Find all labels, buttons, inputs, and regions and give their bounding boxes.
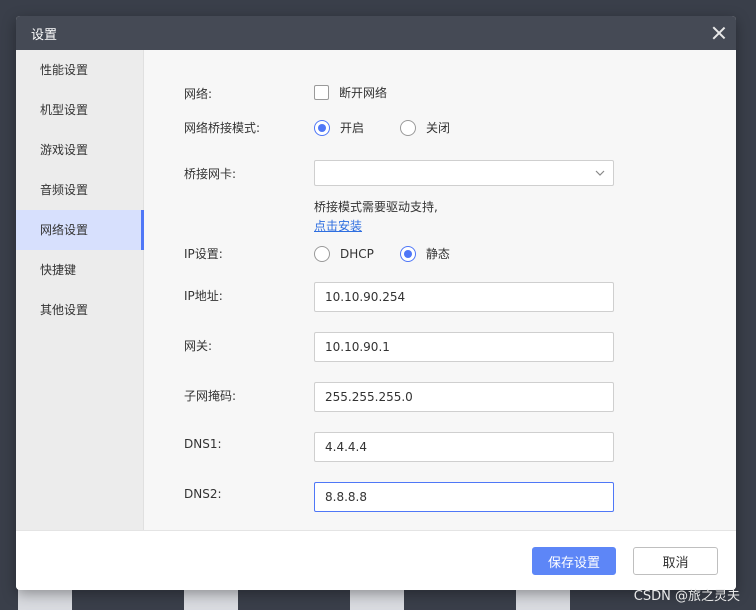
dhcp-radio[interactable] <box>314 245 330 262</box>
save-settings-button[interactable]: 保存设置 <box>532 547 616 575</box>
dialog-title: 设置 <box>31 27 58 43</box>
sidebar-item-performance[interactable]: 性能设置 <box>16 50 143 90</box>
bridge-on-radio[interactable] <box>314 119 330 136</box>
disconnect-network-checkbox[interactable] <box>314 85 329 100</box>
bridge-off-radio[interactable] <box>400 119 417 136</box>
driver-hint: 桥接模式需要驱动支持, <box>314 200 438 214</box>
sidebar-item-audio[interactable]: 音频设置 <box>16 170 143 210</box>
dns2-label: DNS2: <box>184 487 222 501</box>
network-label: 网络: <box>184 87 213 101</box>
bridge-off-text: 关闭 <box>426 121 451 135</box>
sidebar-item-device-model[interactable]: 机型设置 <box>16 90 143 130</box>
dns2-input[interactable] <box>314 482 614 512</box>
network-settings-panel: 网络: 断开网络 网络桥接模式: 开启 关闭 桥接网卡: 桥接模式需要驱动支持,… <box>144 50 736 530</box>
watermark-text: CSDN @旅之灵夫 <box>633 589 740 604</box>
sidebar-item-game[interactable]: 游戏设置 <box>16 130 143 170</box>
sidebar-item-shortcuts[interactable]: 快捷键 <box>16 250 143 290</box>
subnet-mask-input[interactable] <box>314 382 614 412</box>
bridge-mode-radio-group: 开启 关闭 <box>314 119 450 136</box>
close-icon[interactable] <box>710 24 728 42</box>
dialog-body: 性能设置 机型设置 游戏设置 音频设置 网络设置 快捷键 其他设置 网络: 断开… <box>16 50 736 530</box>
sidebar-item-network[interactable]: 网络设置 <box>16 210 144 250</box>
ip-address-label: IP地址: <box>184 289 223 303</box>
dialog-titlebar: 设置 <box>16 16 736 50</box>
gateway-input[interactable] <box>314 332 614 362</box>
dns1-input[interactable] <box>314 432 614 462</box>
bridge-on-text: 开启 <box>340 121 365 135</box>
settings-dialog: 设置 性能设置 机型设置 游戏设置 音频设置 网络设置 快捷键 其他设置 网络:… <box>16 16 736 590</box>
ip-setting-label: IP设置: <box>184 247 223 261</box>
gateway-label: 网关: <box>184 339 213 353</box>
static-text: 静态 <box>425 247 450 261</box>
install-driver-link[interactable]: 点击安装 <box>314 217 362 234</box>
static-radio[interactable] <box>399 245 416 262</box>
bridge-nic-select[interactable] <box>314 160 614 186</box>
sidebar-item-other[interactable]: 其他设置 <box>16 290 143 330</box>
cancel-button[interactable]: 取消 <box>633 547 718 575</box>
disconnect-network-text: 断开网络 <box>339 86 388 100</box>
dhcp-text: DHCP <box>340 246 374 261</box>
ip-address-input[interactable] <box>314 282 614 312</box>
chevron-down-icon <box>595 170 605 176</box>
dns1-label: DNS1: <box>184 437 222 451</box>
settings-sidebar: 性能设置 机型设置 游戏设置 音频设置 网络设置 快捷键 其他设置 <box>16 50 144 530</box>
bridge-nic-label: 桥接网卡: <box>184 167 237 181</box>
dialog-footer: 保存设置 取消 <box>16 530 736 590</box>
subnet-mask-label: 子网掩码: <box>184 389 237 403</box>
disconnect-network-option: 断开网络 <box>314 84 387 101</box>
ip-mode-radio-group: DHCP 静态 <box>314 245 450 262</box>
bridge-mode-label: 网络桥接模式: <box>184 121 261 135</box>
